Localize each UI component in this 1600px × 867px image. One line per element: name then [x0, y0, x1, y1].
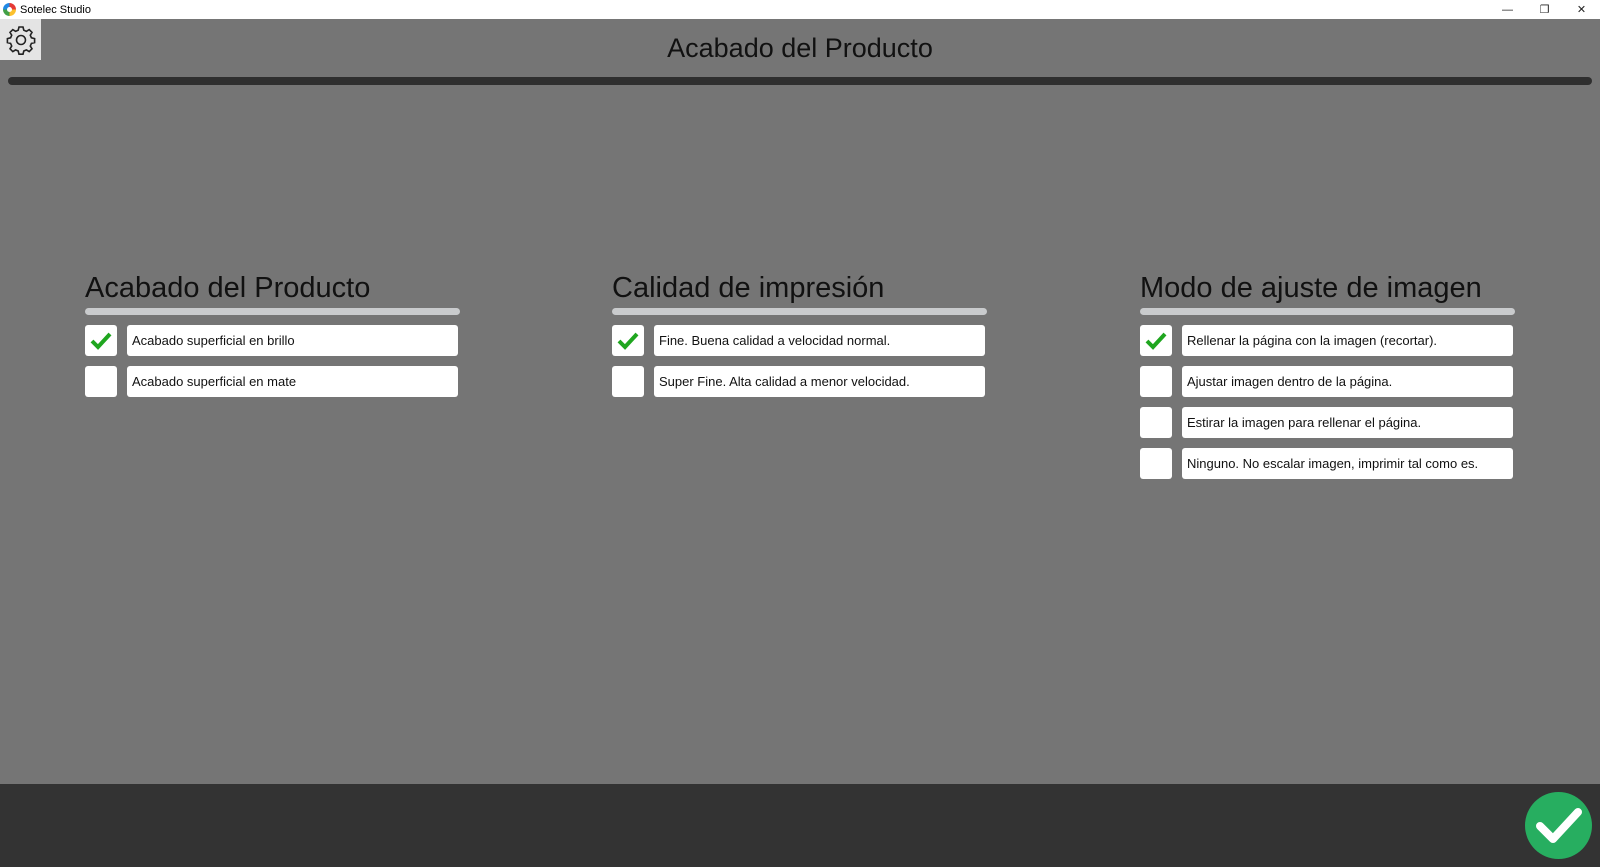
footer-bar [0, 784, 1600, 867]
checkbox-brillo[interactable] [85, 325, 117, 356]
window-titlebar: Sotelec Studio — ❐ ✕ [0, 0, 1600, 19]
option-label[interactable]: Rellenar la página con la imagen (recort… [1182, 325, 1513, 356]
option-label[interactable]: Acabado superficial en mate [127, 366, 458, 397]
option-mate[interactable]: Acabado superficial en mate [85, 366, 460, 397]
option-fine[interactable]: Fine. Buena calidad a velocidad normal. [612, 325, 987, 356]
checkbox-super-fine[interactable] [612, 366, 644, 397]
section-divider [612, 308, 987, 315]
option-ninguno[interactable]: Ninguno. No escalar imagen, imprimir tal… [1140, 448, 1515, 479]
option-ajustar[interactable]: Ajustar imagen dentro de la página. [1140, 366, 1515, 397]
option-estirar[interactable]: Estirar la imagen para rellenar el págin… [1140, 407, 1515, 438]
section-acabado: Acabado del Producto Acabado superficial… [85, 268, 460, 407]
section-title: Acabado del Producto [85, 272, 371, 304]
confirm-check-icon [1535, 807, 1582, 843]
option-super-fine[interactable]: Super Fine. Alta calidad a menor velocid… [612, 366, 987, 397]
option-label[interactable]: Estirar la imagen para rellenar el págin… [1182, 407, 1513, 438]
option-label[interactable]: Super Fine. Alta calidad a menor velocid… [654, 366, 985, 397]
header-divider [8, 77, 1592, 85]
window-controls: — ❐ ✕ [1489, 0, 1600, 19]
option-brillo[interactable]: Acabado superficial en brillo [85, 325, 460, 356]
check-icon [617, 332, 639, 350]
option-label[interactable]: Ajustar imagen dentro de la página. [1182, 366, 1513, 397]
checkbox-ninguno[interactable] [1140, 448, 1172, 479]
minimize-button[interactable]: — [1489, 0, 1526, 19]
section-calidad: Calidad de impresión Fine. Buena calidad… [612, 268, 987, 407]
page-title: Acabado del Producto [667, 33, 933, 63]
option-rellenar[interactable]: Rellenar la página con la imagen (recort… [1140, 325, 1515, 356]
checkbox-ajustar[interactable] [1140, 366, 1172, 397]
check-icon [90, 332, 112, 350]
checkbox-rellenar[interactable] [1140, 325, 1172, 356]
option-label[interactable]: Ninguno. No escalar imagen, imprimir tal… [1182, 448, 1513, 479]
close-button[interactable]: ✕ [1563, 0, 1600, 19]
checkbox-estirar[interactable] [1140, 407, 1172, 438]
confirm-button[interactable] [1525, 792, 1592, 859]
app-logo-icon [3, 3, 16, 16]
checkbox-mate[interactable] [85, 366, 117, 397]
check-icon [1145, 332, 1167, 350]
section-title: Modo de ajuste de imagen [1140, 272, 1482, 304]
restore-button[interactable]: ❐ [1526, 0, 1563, 19]
section-divider [1140, 308, 1515, 315]
option-label[interactable]: Acabado superficial en brillo [127, 325, 458, 356]
option-label[interactable]: Fine. Buena calidad a velocidad normal. [654, 325, 985, 356]
section-ajuste: Modo de ajuste de imagen Rellenar la pág… [1140, 268, 1515, 489]
checkbox-fine[interactable] [612, 325, 644, 356]
section-divider [85, 308, 460, 315]
window-title: Sotelec Studio [20, 3, 91, 16]
section-title: Calidad de impresión [612, 272, 885, 304]
